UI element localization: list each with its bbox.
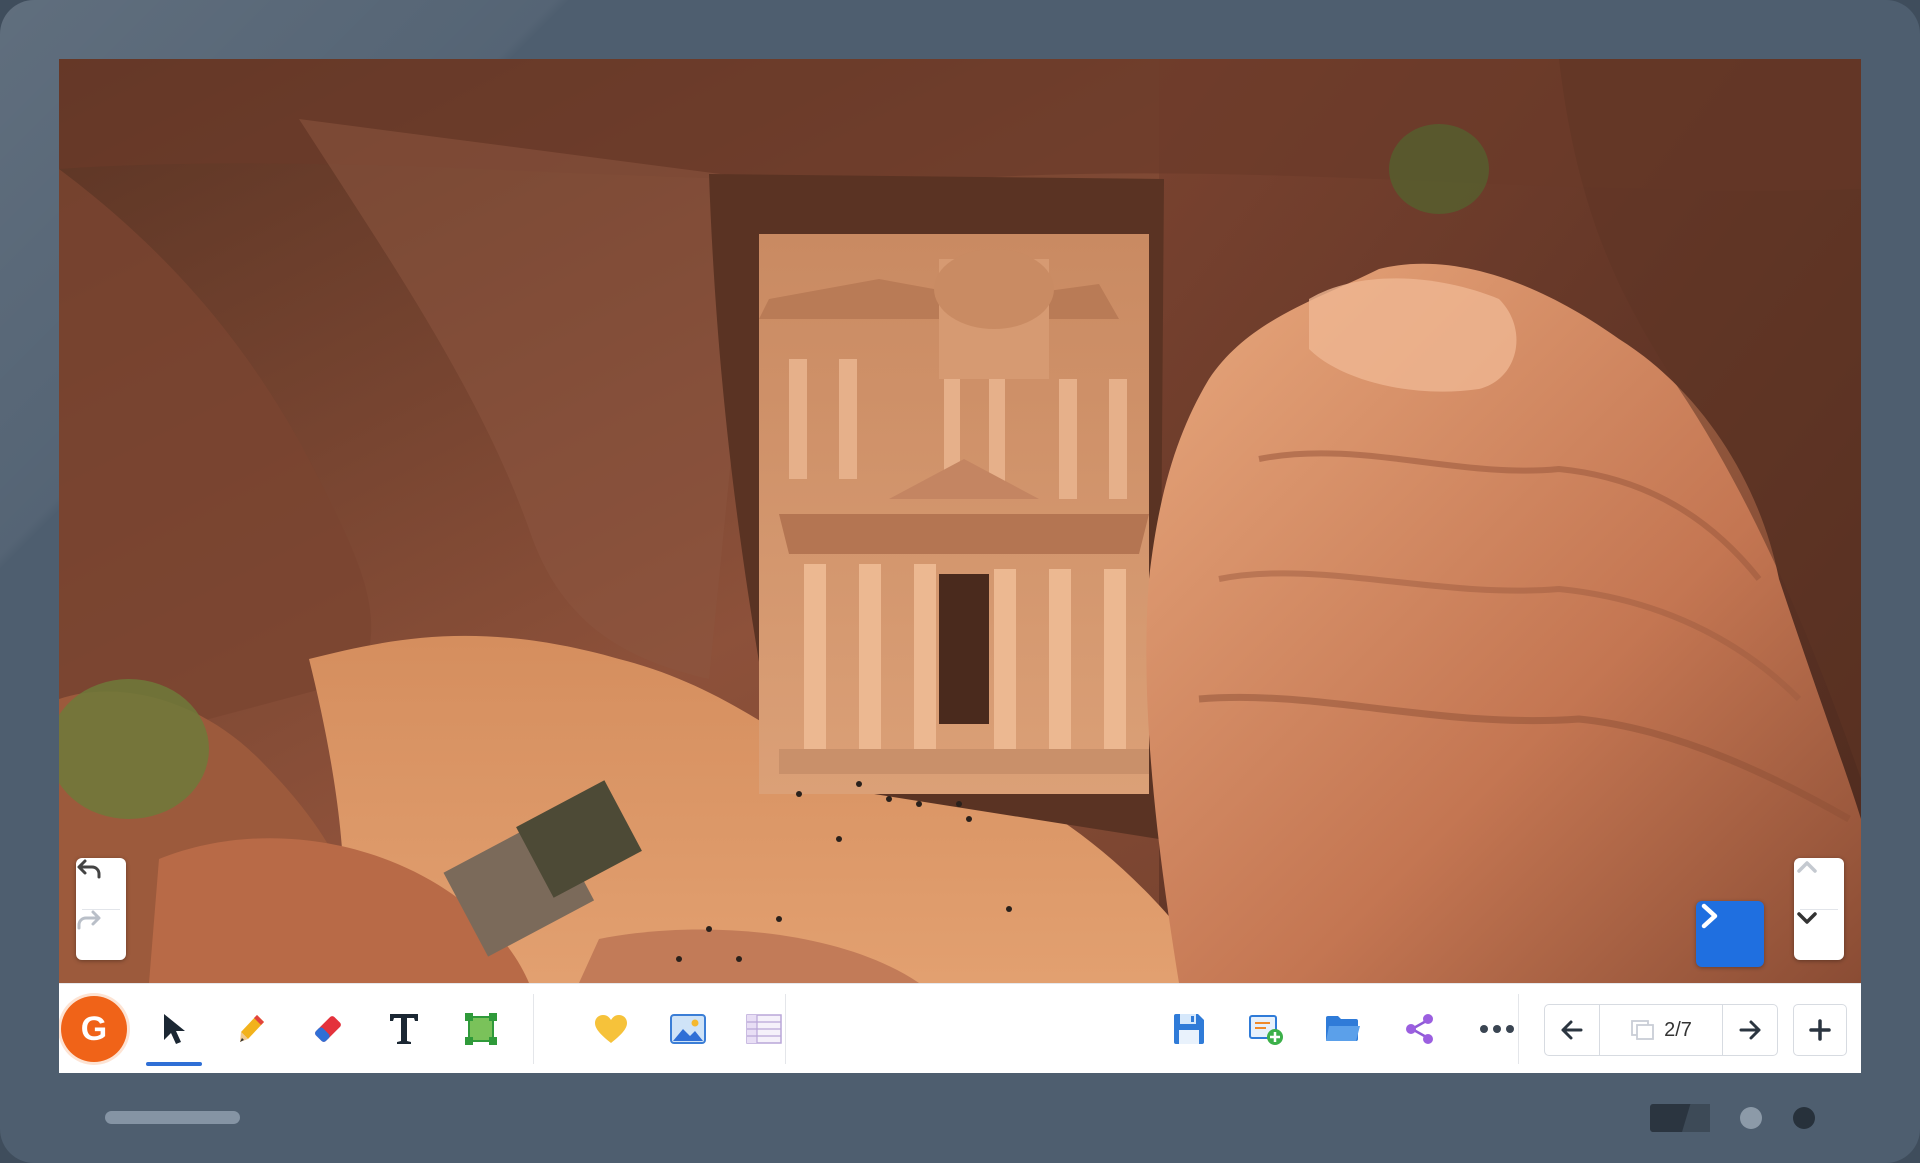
logo-letter: G	[80, 1009, 108, 1048]
share-icon	[1406, 1014, 1433, 1044]
next-slide-button[interactable]	[1696, 901, 1764, 967]
active-tool-indicator	[146, 1062, 202, 1066]
text-tool-button[interactable]	[373, 998, 435, 1060]
petra-photo-illustration	[59, 59, 1861, 983]
page-indicator[interactable]: 2/7	[1600, 1005, 1722, 1055]
page-counter: 2/7	[1664, 1018, 1692, 1041]
save-icon	[1174, 1014, 1204, 1044]
bezel-indicator-light	[1740, 1107, 1762, 1129]
scroll-controls	[1794, 858, 1844, 960]
device-bezel: G 2/7	[0, 0, 1920, 1163]
page-navigator: 2/7	[1544, 1004, 1778, 1056]
pages-icon	[1631, 1020, 1654, 1040]
share-button[interactable]	[1389, 998, 1451, 1060]
eraser-tool-button[interactable]	[297, 998, 359, 1060]
cursor-arrow-icon	[164, 1014, 185, 1044]
undo-button[interactable]	[76, 858, 126, 909]
save-button[interactable]	[1158, 998, 1220, 1060]
pencil-icon	[240, 1015, 264, 1042]
arrow-right-icon	[1739, 1020, 1761, 1040]
app-logo-button[interactable]: G	[61, 996, 127, 1062]
scroll-up-button[interactable]	[1794, 858, 1844, 909]
whiteboard-screen: G 2/7	[59, 59, 1861, 1073]
redo-button[interactable]	[76, 909, 126, 960]
bottom-toolbar: G 2/7	[59, 983, 1861, 1073]
bezel-speaker-bar	[105, 1111, 240, 1124]
open-folder-button[interactable]	[1312, 998, 1374, 1060]
eraser-icon	[315, 1016, 341, 1042]
new-board-button[interactable]	[1235, 998, 1297, 1060]
redo-icon	[77, 910, 101, 930]
chevron-up-icon	[1797, 861, 1817, 873]
text-icon	[390, 1014, 418, 1044]
toolbar-divider	[1518, 994, 1519, 1064]
undo-icon	[77, 859, 101, 879]
image-icon	[670, 1014, 706, 1044]
chevron-right-icon	[1701, 903, 1718, 929]
toolbar-divider	[533, 994, 534, 1064]
toolbar-divider	[785, 994, 786, 1064]
history-controls	[76, 858, 126, 960]
square-shape-icon	[465, 1013, 497, 1045]
plus-icon	[1809, 1019, 1831, 1041]
sticker-button[interactable]	[580, 998, 642, 1060]
shape-tool-button[interactable]	[450, 998, 512, 1060]
insert-image-button[interactable]	[657, 998, 719, 1060]
chevron-down-icon	[1797, 912, 1817, 924]
arrow-left-icon	[1561, 1020, 1583, 1040]
pen-tool-button[interactable]	[221, 998, 283, 1060]
prev-page-button[interactable]	[1545, 1005, 1599, 1055]
next-page-button[interactable]	[1723, 1005, 1777, 1055]
more-icon	[1480, 1025, 1514, 1033]
scroll-down-button[interactable]	[1794, 909, 1844, 960]
select-tool-button[interactable]	[143, 998, 205, 1060]
new-board-icon	[1249, 1015, 1283, 1045]
canvas-photo[interactable]	[59, 59, 1861, 983]
folder-icon	[1326, 1016, 1360, 1041]
add-page-button[interactable]	[1793, 1004, 1847, 1056]
table-icon	[746, 1014, 782, 1044]
heart-icon	[595, 1015, 627, 1043]
bezel-camera	[1793, 1107, 1815, 1129]
